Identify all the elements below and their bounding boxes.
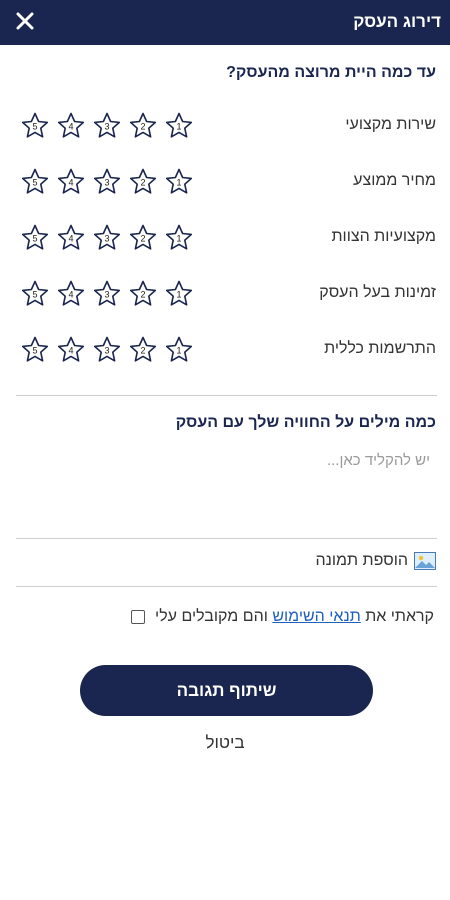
divider	[16, 395, 437, 396]
star-number: 1	[176, 234, 181, 244]
satisfaction-question: עד כמה היית מרוצה מהעסק?	[226, 64, 436, 81]
rating-row: מחיר ממוצע 1 2 3 4 5	[0, 163, 450, 203]
add-photo-button[interactable]: הוספת תמונה	[316, 552, 436, 570]
star-number: 4	[68, 290, 73, 300]
star-number: 3	[104, 122, 109, 132]
rating-label: שירות מקצועי	[345, 116, 436, 133]
star-number: 2	[140, 346, 145, 356]
star-icon[interactable]: 2	[128, 223, 158, 253]
star-icon[interactable]: 4	[56, 279, 86, 309]
star-number: 1	[176, 346, 181, 356]
star-icon[interactable]: 1	[164, 167, 194, 197]
divider	[16, 586, 437, 587]
terms-row: קראתי את תנאי השימוש והם מקובלים עלי	[131, 608, 434, 626]
star-icon[interactable]: 5	[20, 279, 50, 309]
header-bar: דירוג העסק	[0, 0, 450, 45]
terms-checkbox[interactable]	[131, 610, 146, 624]
star-number: 4	[68, 178, 73, 188]
star-icon[interactable]: 2	[128, 335, 158, 365]
terms-prefix: קראתי את	[365, 608, 434, 625]
close-icon[interactable]	[12, 8, 38, 34]
star-icon[interactable]: 4	[56, 167, 86, 197]
terms-suffix: והם מקובלים עלי	[155, 608, 268, 625]
star-icon[interactable]: 2	[128, 111, 158, 141]
star-icon[interactable]: 3	[92, 279, 122, 309]
star-number: 2	[140, 178, 145, 188]
rating-row: שירות מקצועי 1 2 3 4 5	[0, 107, 450, 147]
star-number: 3	[104, 234, 109, 244]
star-number: 2	[140, 290, 145, 300]
star-icon[interactable]: 2	[128, 167, 158, 197]
rating-label: זמינות בעל העסק	[319, 284, 436, 301]
rating-label: התרשמות כללית	[324, 340, 436, 357]
star-number: 3	[104, 346, 109, 356]
rating-label: מחיר ממוצע	[353, 172, 436, 189]
star-number: 5	[32, 234, 37, 244]
star-number: 4	[68, 122, 73, 132]
star-icon[interactable]: 1	[164, 335, 194, 365]
star-number: 3	[104, 290, 109, 300]
page-title: דירוג העסק	[353, 12, 441, 31]
star-number: 4	[68, 346, 73, 356]
rating-row: זמינות בעל העסק 1 2 3 4 5	[0, 275, 450, 315]
star-number: 1	[176, 122, 181, 132]
star-icon[interactable]: 5	[20, 167, 50, 197]
star-number: 3	[104, 178, 109, 188]
star-number: 5	[32, 346, 37, 356]
star-number: 2	[140, 122, 145, 132]
image-icon	[414, 552, 436, 570]
rating-row: מקצועיות הצוות 1 2 3 4 5	[0, 219, 450, 259]
star-icon[interactable]: 3	[92, 167, 122, 197]
star-number: 5	[32, 122, 37, 132]
cancel-button[interactable]: ביטול	[0, 733, 450, 753]
star-icon[interactable]: 5	[20, 111, 50, 141]
comment-title: כמה מילים על החוויה שלך עם העסק	[175, 414, 436, 431]
star-icon[interactable]: 3	[92, 111, 122, 141]
star-number: 5	[32, 290, 37, 300]
add-photo-label: הוספת תמונה	[315, 552, 408, 569]
star-icon[interactable]: 1	[164, 223, 194, 253]
rating-row: התרשמות כללית 1 2 3 4 5	[0, 331, 450, 371]
rating-label: מקצועיות הצוות	[331, 228, 437, 245]
star-icon[interactable]: 3	[92, 223, 122, 253]
star-icon[interactable]: 1	[164, 111, 194, 141]
terms-link[interactable]: תנאי השימוש	[272, 608, 360, 625]
star-icon[interactable]: 2	[128, 279, 158, 309]
star-icon[interactable]: 4	[56, 223, 86, 253]
divider	[16, 538, 437, 539]
comment-input[interactable]	[16, 448, 434, 536]
star-number: 5	[32, 178, 37, 188]
terms-text: קראתי את תנאי השימוש והם מקובלים עלי	[155, 608, 434, 626]
star-icon[interactable]: 3	[92, 335, 122, 365]
star-icon[interactable]: 5	[20, 335, 50, 365]
star-icon[interactable]: 4	[56, 335, 86, 365]
submit-button[interactable]: שיתוף תגובה	[80, 665, 373, 716]
star-icon[interactable]: 5	[20, 223, 50, 253]
star-number: 1	[176, 290, 181, 300]
star-icon[interactable]: 1	[164, 279, 194, 309]
star-number: 1	[176, 178, 181, 188]
star-icon[interactable]: 4	[56, 111, 86, 141]
star-number: 2	[140, 234, 145, 244]
star-number: 4	[68, 234, 73, 244]
